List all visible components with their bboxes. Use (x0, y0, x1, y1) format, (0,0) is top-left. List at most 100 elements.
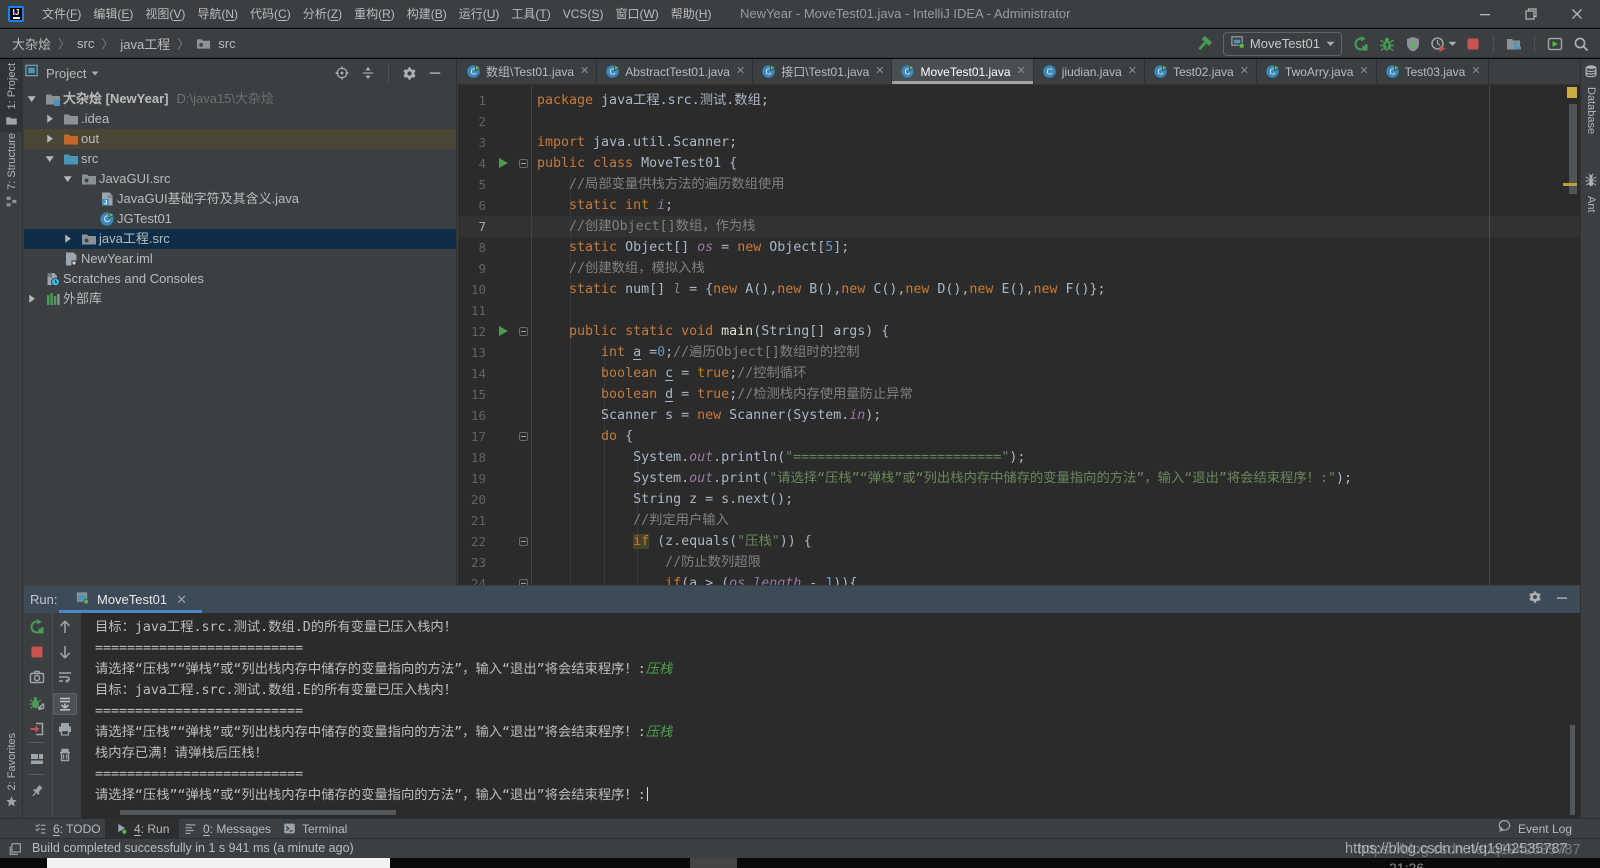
menu-h[interactable]: 帮助(H) (665, 0, 718, 28)
tool-window-button-ant[interactable]: Ant (1581, 173, 1600, 213)
editor-tab-movetest01.java[interactable]: C MoveTest01.java ✕ (892, 59, 1034, 84)
tool-window-button-todo[interactable]: 6: TODO (34, 819, 101, 838)
breadcrumb-item[interactable]: src (218, 36, 235, 51)
hide-panel-button[interactable] (1556, 591, 1568, 609)
clear-all-button[interactable] (57, 747, 73, 763)
print-button[interactable] (57, 721, 73, 737)
close-icon[interactable]: ✕ (1240, 66, 1249, 77)
chevron-right-icon[interactable] (44, 133, 56, 145)
scroll-to-end-button[interactable] (57, 696, 73, 712)
run-line-icon[interactable] (499, 326, 508, 336)
chevron-right-icon[interactable] (26, 293, 38, 305)
run-console[interactable]: 目标：java工程.src.测试.数组.D的所有变量已压入栈内！ ========… (81, 613, 1580, 818)
search-everywhere-button[interactable] (1570, 33, 1592, 55)
menu-v[interactable]: 视图(V) (139, 0, 191, 28)
editor-body[interactable]: 1 package java工程.src.测试.数组; 2 3 import java.… (458, 86, 1580, 585)
close-icon[interactable]: ✕ (1017, 66, 1026, 77)
collapse-all-button[interactable] (357, 62, 379, 84)
chevron-down-icon[interactable] (62, 173, 74, 185)
tool-window-button-run[interactable]: 4: Run (105, 819, 180, 838)
tool-window-button-favorites[interactable]: 2: Favorites (0, 723, 23, 813)
breadcrumb-item[interactable]: src (77, 36, 94, 51)
menu-z[interactable]: 分析(Z) (297, 0, 348, 28)
hide-panel-button[interactable] (424, 62, 446, 84)
run-dashboard-button[interactable] (1544, 33, 1566, 55)
profiler-button[interactable] (1428, 33, 1458, 55)
debug-button[interactable] (1376, 33, 1398, 55)
fold-marker-icon[interactable] (519, 327, 528, 336)
pin-tab-button[interactable] (29, 783, 45, 799)
run-configuration-select[interactable]: MoveTest01 (1222, 31, 1342, 56)
menu-t[interactable]: 工具(T) (505, 0, 556, 28)
editor-tab-test01.java[interactable]: C 数组\Test01.java ✕ (458, 59, 598, 84)
horizontal-scrollbar[interactable] (120, 810, 396, 815)
tool-window-button-database[interactable]: Database (1581, 64, 1600, 134)
run-line-icon[interactable] (499, 158, 508, 168)
minimize-button[interactable] (1462, 0, 1508, 28)
close-icon[interactable]: ✕ (736, 66, 745, 77)
tree-node-javagui.java[interactable]: J JavaGUI基础字符及其含义.java (24, 189, 456, 209)
menu-r[interactable]: 重构(R) (348, 0, 401, 28)
thread-dump-button[interactable] (29, 669, 45, 685)
stop-button[interactable] (29, 644, 45, 660)
vertical-scrollbar[interactable] (1570, 725, 1575, 815)
run-button[interactable] (1350, 33, 1372, 55)
close-button[interactable] (1554, 0, 1600, 28)
event-log-button[interactable]: Event Log (1498, 819, 1572, 838)
menu-f[interactable]: 文件(F) (36, 0, 87, 28)
close-icon[interactable]: ✕ (176, 592, 187, 608)
chevron-right-icon[interactable] (62, 233, 74, 245)
show-console-button[interactable] (29, 721, 45, 737)
breadcrumb-item[interactable]: 大杂烩 (12, 34, 51, 53)
menu-b[interactable]: 构建(B) (401, 0, 453, 28)
close-icon[interactable]: ✕ (1359, 66, 1368, 77)
tree-node-scratchesandconsoles[interactable]: Scratches and Consoles (24, 269, 456, 289)
stop-button[interactable] (1462, 33, 1484, 55)
editor-tab-abstracttest01.java[interactable]: C AbstractTest01.java ✕ (597, 59, 754, 84)
locate-file-button[interactable] (331, 62, 353, 84)
warning-stripe-marker[interactable] (1567, 87, 1577, 98)
menu-n[interactable]: 导航(N) (191, 0, 244, 28)
run-console-tab[interactable]: MoveTest01 ✕ (59, 586, 202, 613)
editor-tab-twoarry.java[interactable]: C TwoArry.java ✕ (1257, 59, 1377, 84)
tool-window-button-structure[interactable]: 7: Structure (0, 133, 23, 213)
coverage-button[interactable] (1402, 33, 1424, 55)
warning-stripe-marker[interactable] (1563, 183, 1577, 186)
tree-node-newyear.iml[interactable]: NewYear.iml (24, 249, 456, 269)
tree-node-.idea[interactable]: .idea (24, 109, 456, 129)
restore-button[interactable] (1508, 0, 1554, 28)
editor-scrollbar-thumb[interactable] (1569, 104, 1577, 194)
tree-node-java.src[interactable]: java工程.src (24, 229, 456, 249)
build-hammer-icon[interactable] (1193, 33, 1215, 55)
tree-node-src[interactable]: src (24, 149, 456, 169)
prev-occurrence-button[interactable] (57, 619, 73, 635)
close-icon[interactable]: ✕ (1128, 66, 1137, 77)
editor-tab-jiudian.java[interactable]: Cjiudian.java ✕ (1034, 59, 1145, 84)
next-occurrence-button[interactable] (57, 644, 73, 660)
editor-tab-test01.java[interactable]: C 接口\Test01.java ✕ (753, 59, 893, 84)
soft-wrap-button[interactable] (57, 669, 73, 685)
rerun-button[interactable] (29, 619, 45, 635)
menu-e[interactable]: 编辑(E) (87, 0, 139, 28)
tree-node-out[interactable]: out (24, 129, 456, 149)
chevron-right-icon[interactable] (44, 113, 56, 125)
chevron-down-icon[interactable] (26, 93, 38, 105)
fold-marker-icon[interactable] (519, 432, 528, 441)
attach-debugger-button[interactable] (29, 695, 45, 711)
tree-node-[interactable]: 外部库 (24, 289, 456, 309)
menu-c[interactable]: 代码(C) (244, 0, 297, 28)
tool-window-button-messages[interactable]: 0: Messages (184, 819, 271, 838)
project-panel-title[interactable]: Project (46, 66, 86, 81)
menu-vcss[interactable]: VCS(S) (557, 0, 610, 28)
close-icon[interactable]: ✕ (580, 66, 589, 77)
editor-tab-test03.java[interactable]: C Test03.java ✕ (1377, 59, 1489, 84)
fold-marker-icon[interactable] (519, 537, 528, 546)
project-structure-button[interactable] (1503, 33, 1525, 55)
close-icon[interactable]: ✕ (875, 66, 884, 77)
settings-gear-icon[interactable] (1528, 590, 1542, 609)
tool-window-button-terminal[interactable]: Terminal (283, 819, 347, 838)
tree-node-jgtest01[interactable]: C JGTest01 (24, 209, 456, 229)
menu-w[interactable]: 窗口(W) (609, 0, 664, 28)
restore-layout-button[interactable] (29, 751, 45, 767)
tool-window-button-project[interactable]: 1: Project (0, 59, 23, 132)
